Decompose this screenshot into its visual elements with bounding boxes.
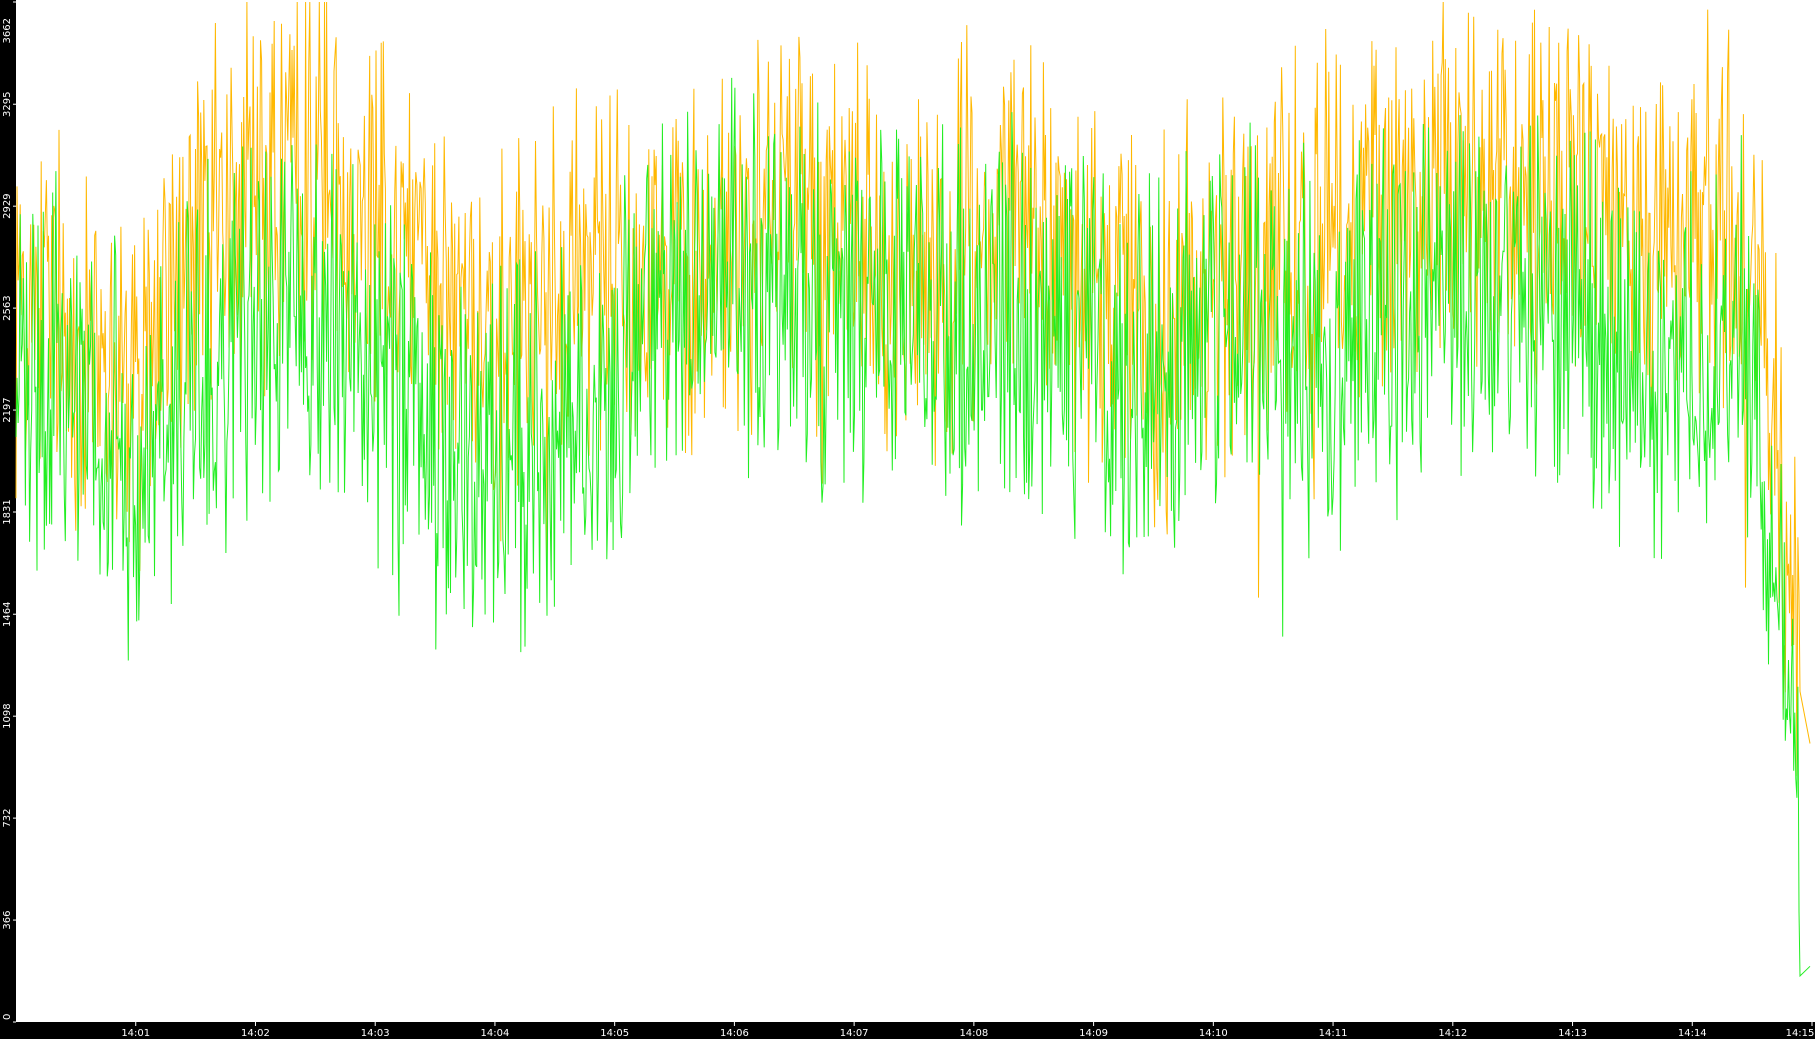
x-tick-label: 14:03 xyxy=(361,1028,390,1039)
series-line-2 xyxy=(15,77,1811,978)
y-tick-label: 0 xyxy=(2,1014,13,1020)
x-tick-label: 14:08 xyxy=(959,1028,988,1039)
chart-area: 0 366 732 1098 1464 1831 2197 2563 2929 3295 3662 1… xyxy=(0,0,1815,1039)
y-tick-label: 2197 xyxy=(2,397,13,422)
line-chart: 0 366 732 1098 1464 1831 2197 2563 2929 3295 3662 1… xyxy=(2,1,1815,1039)
y-tick-label: 1831 xyxy=(2,499,13,524)
y-tick-label: 3295 xyxy=(2,91,13,116)
x-tick-label: 14:05 xyxy=(600,1028,629,1039)
y-tick-label: 2929 xyxy=(2,193,13,218)
x-tick-label: 14:01 xyxy=(121,1028,150,1039)
x-tick-label: 14:04 xyxy=(481,1028,510,1039)
y-tick-label: 2563 xyxy=(2,295,13,320)
x-tick-label: 14:11 xyxy=(1319,1028,1348,1039)
series-line-1 xyxy=(15,1,1811,776)
y-tick-label: 366 xyxy=(2,911,13,930)
x-tick-label: 14:14 xyxy=(1678,1028,1707,1039)
y-tick-label: 732 xyxy=(2,809,13,828)
x-tick-label: 14:07 xyxy=(840,1028,869,1039)
x-tick-label: 14:13 xyxy=(1558,1028,1587,1039)
x-tick-label: 14:06 xyxy=(720,1028,749,1039)
x-tick-label: 14:12 xyxy=(1438,1028,1467,1039)
y-tick-label: 3662 xyxy=(2,18,13,43)
x-tick-label: 14:10 xyxy=(1199,1028,1228,1039)
y-tick-label: 1464 xyxy=(2,601,13,626)
x-tick-label: 14:15 xyxy=(1786,1028,1815,1039)
y-tick-label: 1098 xyxy=(2,703,13,728)
x-tick-label: 14:09 xyxy=(1079,1028,1108,1039)
x-tick-label: 14:02 xyxy=(241,1028,270,1039)
